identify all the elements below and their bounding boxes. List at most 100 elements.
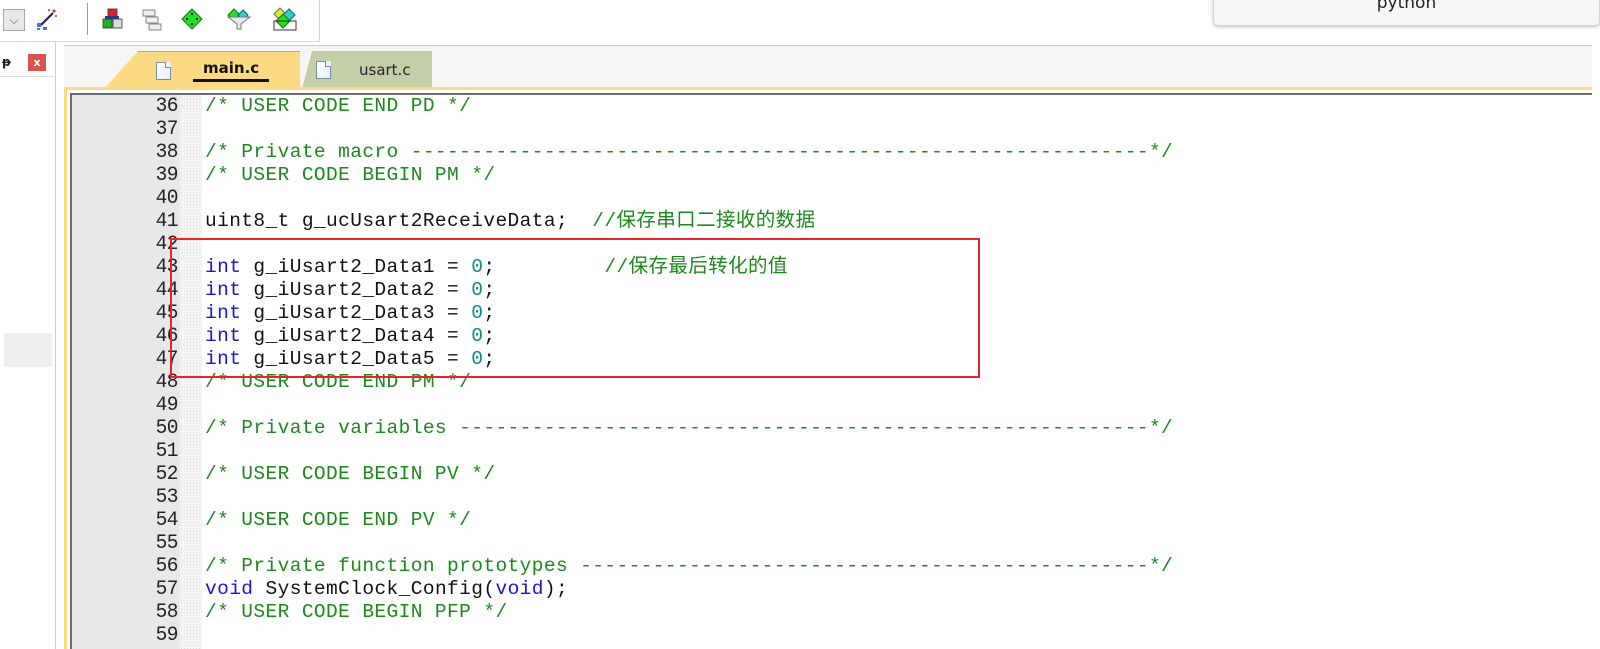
line-number: 42 xyxy=(155,232,179,256)
line-text: /* Private function prototypes ---------… xyxy=(205,555,1173,578)
code-keyword: int xyxy=(205,279,242,301)
code-line[interactable]: 50 /* Private variables -----------------… xyxy=(72,416,1592,440)
pin-icon[interactable]: ᵽ xyxy=(2,55,11,69)
line-number: 41 xyxy=(155,209,179,233)
line-text: /* USER CODE BEGIN PV */ xyxy=(205,463,495,486)
code-number: 0 xyxy=(471,348,484,370)
line-number: 47 xyxy=(155,347,179,371)
tab-label: main.c xyxy=(193,59,270,82)
chevron-down-icon: ⌵ xyxy=(9,12,19,27)
code-comment: /* USER CODE END PD */ xyxy=(205,95,472,117)
code-line[interactable]: 47 int g_iUsart2_Data5 = 0; xyxy=(72,347,1592,371)
code-line[interactable]: 52 /* USER CODE BEGIN PV */ xyxy=(72,462,1592,486)
editor-frame: 36 /* USER CODE END PD */ 37 38 /* Private m… xyxy=(64,87,1592,649)
manage-project-items-icon xyxy=(102,8,123,29)
close-panel-button[interactable]: x xyxy=(28,54,46,71)
line-number: 45 xyxy=(155,301,179,325)
code-keyword: int xyxy=(205,325,242,347)
code-line[interactable]: 41 uint8_t g_ucUsart2ReceiveData; //保存串口二… xyxy=(72,209,1592,233)
line-text: /* USER CODE BEGIN PFP */ xyxy=(205,601,508,624)
close-icon: x xyxy=(33,56,41,69)
line-number: 59 xyxy=(155,623,179,647)
code-token: g_iUsart2_Data4 = xyxy=(241,325,472,347)
toolbar-separator xyxy=(87,3,88,35)
code-line[interactable]: 43 int g_iUsart2_Data1 = 0; //保存最后转化的值 xyxy=(72,255,1592,279)
line-number: 40 xyxy=(155,186,179,210)
code-token: ; xyxy=(483,325,496,347)
code-line[interactable]: 40 xyxy=(72,186,1592,210)
code-line[interactable]: 46 int g_iUsart2_Data4 = 0; xyxy=(72,324,1592,348)
line-text: int g_iUsart2_Data3 = 0; xyxy=(205,302,495,325)
code-keyword: int xyxy=(205,348,242,370)
line-text: int g_iUsart2_Data4 = 0; xyxy=(205,325,495,348)
line-number: 37 xyxy=(155,117,179,141)
green-diamond-button[interactable] xyxy=(179,6,205,32)
project-panel: ᵽ x xyxy=(0,42,56,649)
line-number: 44 xyxy=(155,278,179,302)
multi-pack-icon xyxy=(273,7,297,31)
code-comment: /* USER CODE END PV */ xyxy=(205,509,472,531)
code-line[interactable]: 45 int g_iUsart2_Data3 = 0; xyxy=(72,301,1592,325)
code-comment: /* USER CODE BEGIN PM */ xyxy=(205,164,496,186)
code-comment: /* Private variables -------------------… xyxy=(205,417,1174,439)
code-keyword: void xyxy=(495,578,544,600)
line-number: 51 xyxy=(155,439,179,463)
code-token: ); xyxy=(543,578,569,600)
line-text: int g_iUsart2_Data1 = 0; //保存最后转化的值 xyxy=(205,256,788,279)
code-token: SystemClock_Config( xyxy=(253,578,496,600)
code-line[interactable]: 57 void SystemClock_Config(void); xyxy=(72,577,1592,601)
line-number: 48 xyxy=(155,370,179,394)
code-line[interactable]: 59 xyxy=(72,623,1592,647)
line-number: 53 xyxy=(155,485,179,509)
code-line[interactable]: 58 /* USER CODE BEGIN PFP */ xyxy=(72,600,1592,624)
code-line[interactable]: 55 xyxy=(72,531,1592,555)
tab-main-c[interactable]: main.c xyxy=(104,51,300,89)
selected-tree-item[interactable] xyxy=(4,333,52,367)
toolbar: ⌵ xyxy=(0,0,320,42)
line-text: /* USER CODE BEGIN PM */ xyxy=(205,164,495,187)
line-text: int g_iUsart2_Data5 = 0; xyxy=(205,348,495,371)
code-editor[interactable]: 36 /* USER CODE END PD */ 37 38 /* Private m… xyxy=(70,93,1592,649)
code-area[interactable]: 36 /* USER CODE END PD */ 37 38 /* Private m… xyxy=(72,95,1592,647)
funnel-icon xyxy=(226,8,252,30)
line-number: 56 xyxy=(155,554,179,578)
editor-tabstrip: main.c usart.c xyxy=(64,45,1592,89)
code-token: ; xyxy=(483,348,496,370)
wizard-button[interactable] xyxy=(34,6,60,32)
toolbar-dropdown[interactable]: ⌵ xyxy=(3,9,25,31)
code-line[interactable]: 56 /* Private function prototypes -------… xyxy=(72,554,1592,578)
code-token: uint8_t g_ucUsart2ReceiveData; xyxy=(205,210,593,232)
manage-project-items-button[interactable] xyxy=(99,6,125,32)
code-line[interactable]: 53 xyxy=(72,485,1592,509)
code-token: g_iUsart2_Data3 = xyxy=(241,302,472,324)
line-text: /* USER CODE END PV */ xyxy=(205,509,471,532)
wizard-icon xyxy=(37,9,57,30)
code-line[interactable]: 49 xyxy=(72,393,1592,417)
code-line[interactable]: 44 int g_iUsart2_Data2 = 0; xyxy=(72,278,1592,302)
code-line[interactable]: 42 xyxy=(72,232,1592,256)
multi-pack-button[interactable] xyxy=(272,6,298,32)
funnel-button[interactable] xyxy=(226,6,252,32)
code-comment: //保存串口二接收的数据 xyxy=(592,210,816,232)
code-comment: //保存最后转化的值 xyxy=(604,256,788,278)
code-token: ; xyxy=(483,302,496,324)
code-line[interactable]: 48 /* USER CODE END PM */ xyxy=(72,370,1592,394)
python-popup[interactable]: python xyxy=(1213,0,1600,26)
code-comment: /* USER CODE END PM */ xyxy=(205,371,472,393)
line-number: 54 xyxy=(155,508,179,532)
code-line[interactable]: 36 /* USER CODE END PD */ xyxy=(72,95,1592,118)
code-line[interactable]: 51 xyxy=(72,439,1592,463)
code-line[interactable]: 37 xyxy=(72,117,1592,141)
tab-usart-c[interactable]: usart.c xyxy=(302,51,432,89)
line-number: 38 xyxy=(155,140,179,164)
windows-button[interactable] xyxy=(139,6,165,32)
code-line[interactable]: 38 /* Private macro ---------------------… xyxy=(72,140,1592,164)
code-comment: /* USER CODE BEGIN PFP */ xyxy=(205,601,508,623)
code-keyword: int xyxy=(205,302,242,324)
line-text: /* USER CODE END PD */ xyxy=(205,95,471,118)
code-token: g_iUsart2_Data1 = xyxy=(241,256,472,278)
code-line[interactable]: 54 /* USER CODE END PV */ xyxy=(72,508,1592,532)
code-line[interactable]: 39 /* USER CODE BEGIN PM */ xyxy=(72,163,1592,187)
line-number: 43 xyxy=(155,255,179,279)
line-number: 55 xyxy=(155,531,179,555)
